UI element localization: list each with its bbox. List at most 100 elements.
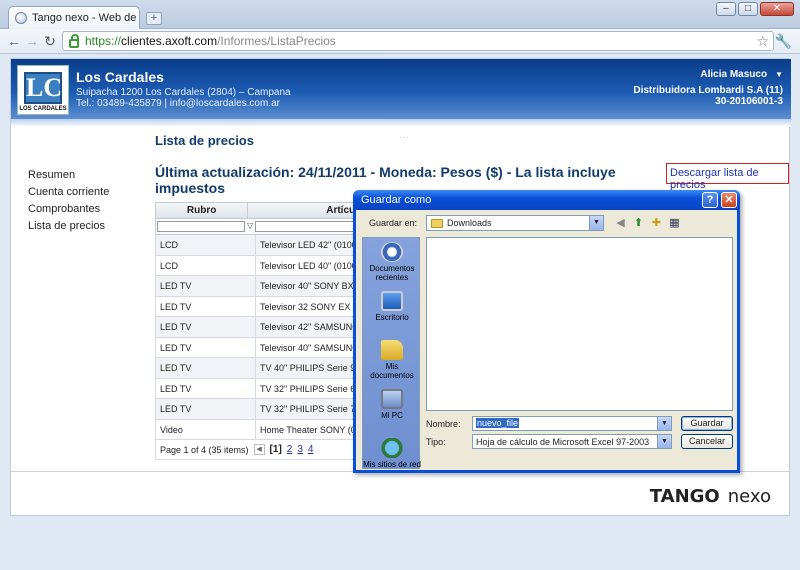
- table-row[interactable]: Video Home Theater SONY (01: [155, 419, 365, 440]
- browser-tab[interactable]: Tango nexo - Web de clientes: [8, 6, 140, 29]
- chevron-down-icon[interactable]: ▼: [589, 216, 603, 230]
- globe-icon: [15, 12, 27, 24]
- wrench-icon[interactable]: 🔧: [775, 33, 792, 50]
- company-contact: Tel.: 03489-435879 | info@loscardales.co…: [76, 98, 280, 109]
- company-name: Los Cardales: [76, 69, 164, 85]
- table-row[interactable]: LED TV Televisor 40" SONY BX (0: [155, 276, 365, 297]
- reload-icon[interactable]: ↻: [42, 33, 58, 49]
- cell-articulo: Televisor 32 SONY EX (01: [260, 301, 364, 312]
- brand-tango: TANGO: [649, 486, 720, 507]
- table-row[interactable]: LCD Televisor LED 42" (01001: [155, 235, 365, 256]
- table-row[interactable]: LED TV TV 40" PHILIPS Serie 900: [155, 358, 365, 379]
- save-in-select[interactable]: Downloads ▼: [426, 215, 604, 231]
- table-row[interactable]: LED TV TV 32" PHILIPS Serie 600: [155, 378, 365, 399]
- place-label: Documentos recientes: [369, 264, 415, 282]
- up-folder-icon[interactable]: ⬆: [632, 217, 645, 230]
- table-row[interactable]: LED TV TV 32" PHILIPS Serie 700: [155, 399, 365, 420]
- table-row[interactable]: LED TV Televisor 32 SONY EX (01: [155, 296, 365, 317]
- help-icon[interactable]: ?: [702, 192, 718, 208]
- browser-toolbar: ← → ↻ https:// clientes.axoft.com /Infor…: [0, 29, 800, 54]
- table-row[interactable]: LED TV Televisor 42" SAMSUNG S: [155, 317, 365, 338]
- chevron-down-icon[interactable]: ▼: [657, 417, 671, 430]
- save-in-label: Guardar en:: [369, 218, 418, 228]
- user-menu[interactable]: Alicia Masuco ▼: [700, 69, 783, 80]
- my-documents-icon: [381, 340, 403, 360]
- site-header: LC LOS CARDALES Los Cardales Suipacha 12…: [11, 59, 791, 127]
- place-label: Mis documentos: [370, 362, 414, 380]
- url-path: /Informes/ListaPrecios: [217, 34, 336, 48]
- save-button[interactable]: Guardar: [681, 416, 733, 431]
- grid-pager: Page 1 of 4 (35 items) ◀ [1] 2 3 4: [155, 440, 365, 460]
- column-header-rubro[interactable]: Rubro: [156, 203, 249, 218]
- filter-icon[interactable]: ▽: [247, 221, 253, 232]
- cell-articulo: Home Theater SONY (01: [260, 424, 361, 435]
- sidebar-item-lista-de-precios[interactable]: Lista de precios: [28, 220, 109, 232]
- distributor-name: Distribuidora Lombardi S.A (11): [633, 85, 783, 96]
- company-logo: LC LOS CARDALES: [17, 65, 69, 115]
- user-name: Alicia Masuco: [700, 69, 768, 80]
- cell-rubro: LED TV: [156, 296, 256, 316]
- cell-articulo: Televisor LED 42" (01001: [260, 240, 362, 250]
- cell-rubro: LED TV: [156, 337, 256, 357]
- pager-summary: Page 1 of 4 (35 items): [160, 444, 249, 455]
- file-type-label: Tipo:: [426, 437, 446, 447]
- prev-page-icon[interactable]: ◀: [253, 444, 265, 455]
- back-arrow-icon[interactable]: ←: [6, 33, 22, 49]
- close-window-button[interactable]: ✕: [760, 2, 794, 16]
- desktop-icon: [381, 291, 403, 311]
- page-link-4[interactable]: 4: [308, 444, 314, 455]
- file-name-value: nuevo_file: [476, 418, 520, 428]
- brand-nexo: nexo: [727, 486, 771, 507]
- sidebar-item-cuenta-corriente[interactable]: Cuenta corriente: [28, 186, 109, 198]
- close-icon[interactable]: ✕: [721, 192, 737, 208]
- browser-titlebar: Tango nexo - Web de clientes + – □ ✕: [0, 0, 800, 29]
- cell-articulo: TV 40" PHILIPS Serie 900: [260, 363, 364, 373]
- tango-nexo-logo: TANGO nexo: [650, 486, 771, 507]
- page-link-2[interactable]: 2: [287, 444, 293, 455]
- back-icon[interactable]: ◀: [614, 217, 627, 230]
- views-menu-icon[interactable]: ▦: [668, 217, 681, 230]
- save-as-dialog: Guardar como ? ✕ Guardar en: Downloads ▼…: [353, 190, 740, 473]
- filter-rubro-input[interactable]: [157, 221, 245, 232]
- place-my-computer[interactable]: Mi PC: [363, 385, 421, 434]
- dialog-toolbar: ◀ ⬆ ✚ ▦: [614, 217, 681, 230]
- download-price-list-link[interactable]: Descargar lista de precios: [666, 163, 789, 191]
- minimize-button[interactable]: –: [716, 2, 736, 16]
- dialog-titlebar[interactable]: Guardar como ? ✕: [353, 190, 740, 210]
- bookmark-star-icon[interactable]: ☆: [756, 33, 769, 50]
- table-row[interactable]: LCD Televisor LED 40" (01001: [155, 255, 365, 276]
- table-row[interactable]: LED TV Televisor 40" SAMSUNG S: [155, 337, 365, 358]
- cell-articulo: TV 32" PHILIPS Serie 600: [260, 383, 364, 394]
- cancel-button[interactable]: Cancelar: [681, 434, 733, 449]
- sidebar-item-comprobantes[interactable]: Comprobantes: [28, 203, 109, 215]
- place-label: Mis sitios de red: [363, 460, 421, 469]
- logo-text: LOS CARDALES: [19, 106, 67, 112]
- place-recent-documents[interactable]: Documentos recientes: [363, 238, 421, 287]
- column-header-articulo[interactable]: Artículo: [248, 203, 364, 218]
- place-desktop[interactable]: Escritorio: [363, 287, 421, 336]
- page-link-3[interactable]: 3: [297, 444, 303, 455]
- maximize-button[interactable]: □: [738, 2, 758, 16]
- cell-rubro: LED TV: [156, 358, 256, 378]
- price-grid: Rubro Artículo ▽ LCD Televisor LED 42" (0…: [155, 202, 435, 460]
- place-label: Escritorio: [375, 313, 409, 322]
- address-bar[interactable]: https:// clientes.axoft.com /Informes/Li…: [62, 31, 774, 51]
- cell-articulo: TV 32" PHILIPS Serie 700: [260, 404, 364, 414]
- sidebar-item-resumen[interactable]: Resumen: [28, 169, 109, 181]
- file-type-select[interactable]: Hoja de cálculo de Microsoft Excel 97-20…: [472, 434, 672, 449]
- place-my-documents[interactable]: Mis documentos: [363, 336, 421, 385]
- cell-rubro: LED TV: [156, 276, 256, 296]
- logo-mark: LC: [24, 72, 63, 104]
- drag-handle-icon: ···: [399, 133, 410, 142]
- save-in-value: Downloads: [447, 218, 492, 228]
- forward-arrow-icon[interactable]: →: [24, 33, 40, 49]
- company-address: Suipacha 1200 Los Cardales (2804) – Camp…: [76, 87, 291, 98]
- file-list[interactable]: [426, 237, 733, 411]
- cell-articulo: Televisor 40" SONY BX (0: [260, 281, 364, 291]
- place-network[interactable]: Mis sitios de red: [363, 434, 421, 483]
- chevron-down-icon[interactable]: ▼: [657, 435, 671, 448]
- file-name-input[interactable]: nuevo_file ▼: [472, 416, 672, 431]
- new-tab-button[interactable]: +: [146, 12, 162, 25]
- new-folder-icon[interactable]: ✚: [650, 217, 663, 230]
- sidebar-nav: Resumen Cuenta corriente Comprobantes Li…: [28, 169, 109, 237]
